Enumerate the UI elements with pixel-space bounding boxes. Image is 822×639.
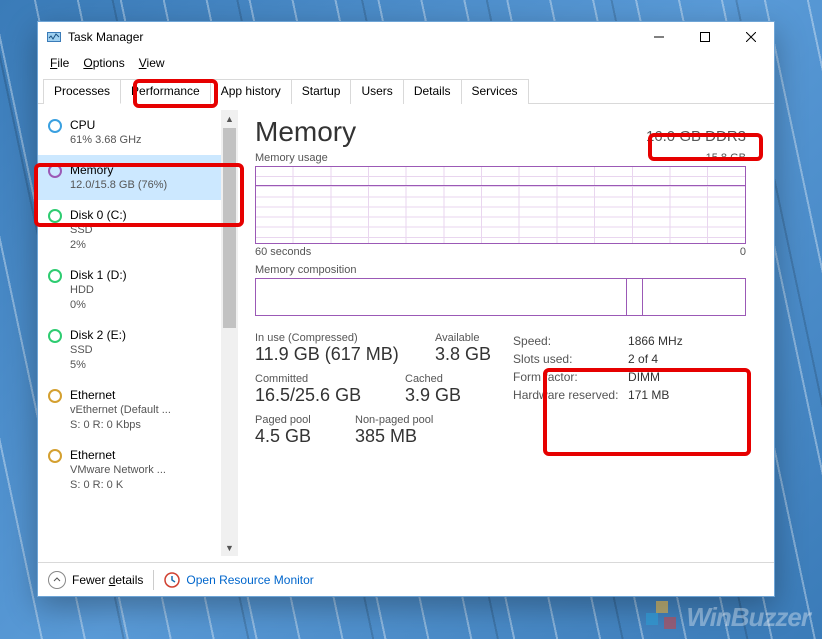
cpu-circle-icon [48,119,62,133]
stat-value: 11.9 GB (617 MB) [255,344,405,365]
menubar: File Options View [38,53,774,73]
tab-processes[interactable]: Processes [43,79,121,104]
menu-view[interactable]: View [133,55,171,71]
stat-value: 385 MB [355,426,433,447]
sidebar-item-cpu[interactable]: CPU 61% 3.68 GHz [38,110,221,155]
memory-capacity: 16.0 GB DDR3 [646,128,746,145]
close-button[interactable] [728,22,774,53]
sidebar-item-ethernet2[interactable]: Ethernet VMware Network ... S: 0 R: 0 K [38,440,221,500]
sidebar-item-sub: 61% 3.68 GHz [70,133,142,148]
window-title: Task Manager [68,30,143,44]
maximize-button[interactable] [682,22,728,53]
sidebar-item-label: Disk 0 (C:) [70,207,127,223]
spec-label: Form factor: [513,370,628,384]
spec-label: Hardware reserved: [513,388,628,402]
memory-usage-graph [255,166,746,244]
fewer-details-link[interactable]: Fewer details [72,573,143,587]
sidebar-item-label: CPU [70,117,142,133]
sidebar-item-sub: 0% [70,298,127,313]
sidebar-item-memory[interactable]: Memory 12.0/15.8 GB (76%) [38,155,221,200]
app-icon [46,29,62,45]
scroll-up-icon[interactable]: ▲ [221,110,238,127]
memory-composition-graph [255,278,746,316]
stat-label: Paged pool [255,414,325,426]
tab-app-history[interactable]: App history [210,79,292,104]
disk-circle-icon [48,269,62,283]
main-panel: Memory 16.0 GB DDR3 Memory usage 15.8 GB… [239,104,774,562]
stat-label: Committed [255,373,375,385]
performance-sidebar: CPU 61% 3.68 GHz Memory 12.0/15.8 GB (76… [38,104,239,562]
spec-value: 171 MB [628,388,669,402]
sidebar-item-label: Ethernet [70,387,171,403]
stat-value: 4.5 GB [255,426,325,447]
spec-label: Slots used: [513,352,628,366]
disk-circle-icon [48,209,62,223]
sidebar-item-sub: S: 0 R: 0 Kbps [70,418,171,433]
sidebar-item-label: Ethernet [70,447,166,463]
watermark: WinBuzzer [646,601,810,633]
tab-details[interactable]: Details [403,79,462,104]
stat-label: Non-paged pool [355,414,433,426]
sidebar-item-sub: 12.0/15.8 GB (76%) [70,178,167,193]
sidebar-item-sub: S: 0 R: 0 K [70,478,166,493]
divider [153,570,154,590]
sidebar-item-sub: vEthernet (Default ... [70,403,171,418]
sidebar-item-label: Memory [70,162,167,178]
open-resource-monitor-link[interactable]: Open Resource Monitor [186,573,313,587]
usage-graph-max: 15.8 GB [706,152,746,164]
tab-performance[interactable]: Performance [120,79,211,104]
sidebar-item-ethernet1[interactable]: Ethernet vEthernet (Default ... S: 0 R: … [38,380,221,440]
axis-right: 0 [740,246,746,258]
stat-label: Available [435,332,491,344]
sidebar-item-disk1[interactable]: Disk 1 (D:) HDD 0% [38,260,221,320]
sidebar-item-sub: 5% [70,358,126,373]
minimize-button[interactable] [636,22,682,53]
resource-monitor-icon [164,572,180,588]
titlebar: Task Manager [38,22,774,53]
stat-label: In use (Compressed) [255,332,405,344]
sidebar-scrollbar[interactable]: ▲ ▼ [221,110,238,556]
scroll-down-icon[interactable]: ▼ [221,539,238,556]
composition-label: Memory composition [255,264,356,276]
stat-value: 3.9 GB [405,385,461,406]
sidebar-item-label: Disk 1 (D:) [70,267,127,283]
footer: Fewer details Open Resource Monitor [38,562,774,596]
tab-users[interactable]: Users [350,79,403,104]
sidebar-item-sub: 2% [70,238,127,253]
sidebar-item-disk0[interactable]: Disk 0 (C:) SSD 2% [38,200,221,260]
stat-label: Cached [405,373,461,385]
spec-value: 1866 MHz [628,334,683,348]
disk-circle-icon [48,329,62,343]
chevron-up-icon[interactable] [48,571,66,589]
page-title: Memory [255,116,356,148]
sidebar-item-label: Disk 2 (E:) [70,327,126,343]
axis-left: 60 seconds [255,246,311,258]
usage-graph-label: Memory usage [255,152,328,164]
tab-services[interactable]: Services [461,79,529,104]
sidebar-item-sub: SSD [70,223,127,238]
stat-value: 3.8 GB [435,344,491,365]
ethernet-circle-icon [48,389,62,403]
spec-value: 2 of 4 [628,352,658,366]
spec-value: DIMM [628,370,660,384]
task-manager-window: Task Manager File Options View Processes… [37,21,775,597]
stat-value: 16.5/25.6 GB [255,385,375,406]
ethernet-circle-icon [48,449,62,463]
sidebar-item-disk2[interactable]: Disk 2 (E:) SSD 5% [38,320,221,380]
menu-options[interactable]: Options [77,55,130,71]
sidebar-item-sub: SSD [70,343,126,358]
sidebar-item-sub: HDD [70,283,127,298]
spec-label: Speed: [513,334,628,348]
memory-specs-table: Speed: 1866 MHz Slots used: 2 of 4 Form … [513,332,746,455]
menu-file[interactable]: File [44,55,75,71]
tab-startup[interactable]: Startup [291,79,352,104]
memory-circle-icon [48,164,62,178]
sidebar-item-sub: VMware Network ... [70,463,166,478]
tabstrip: Processes Performance App history Startu… [38,73,774,104]
scrollbar-thumb[interactable] [223,128,236,328]
